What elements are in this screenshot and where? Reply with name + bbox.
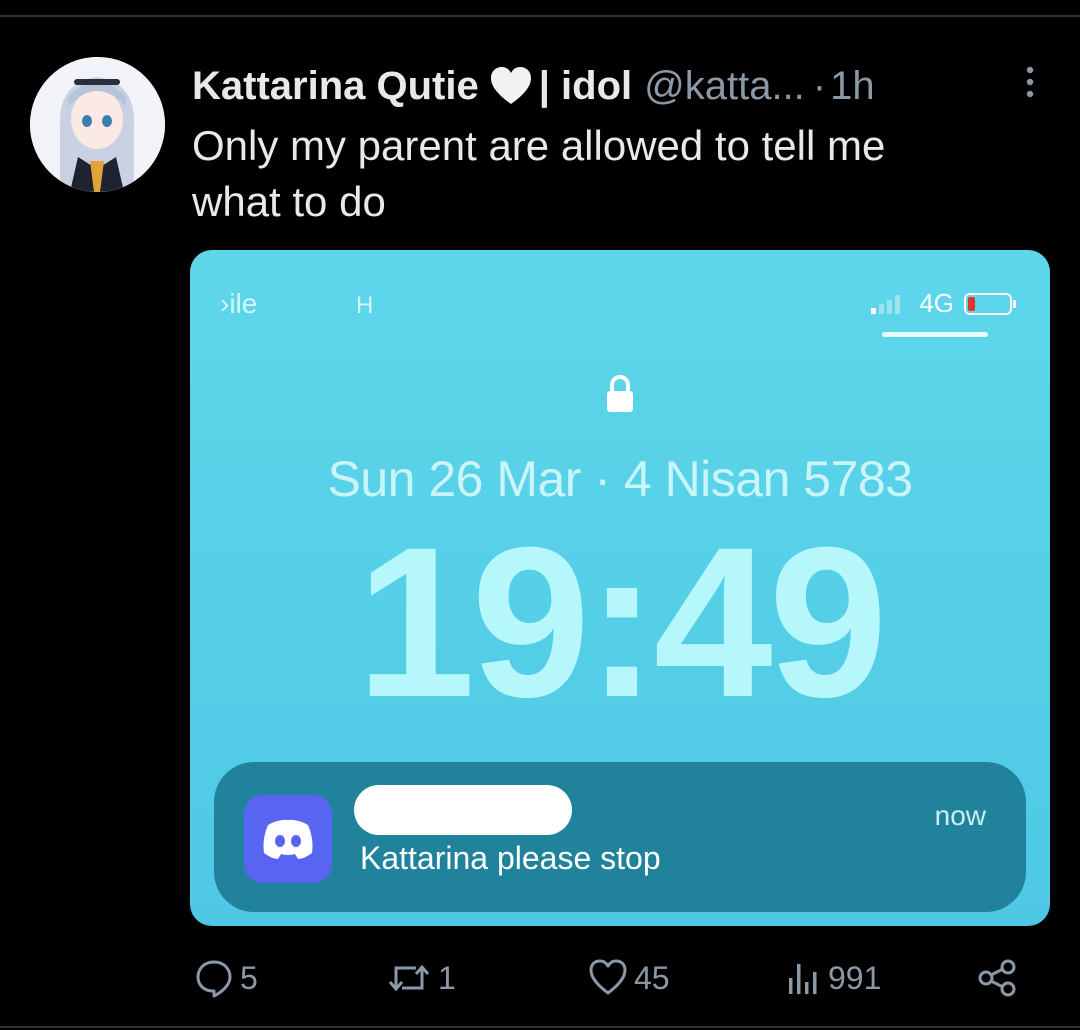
white-heart-icon <box>490 67 531 104</box>
display-name[interactable]: Kattarina Qutie <box>192 64 479 109</box>
separator-dot: · <box>812 63 827 108</box>
discord-notification: now Kattarina please stop <box>214 762 1026 912</box>
network-type: 4G <box>919 288 954 318</box>
signal-icon <box>871 294 901 314</box>
analytics-icon <box>789 964 817 994</box>
heart-icon <box>589 959 627 995</box>
more-options-icon[interactable] <box>1020 62 1040 102</box>
tweet-actions: 5 1 45 991 <box>0 950 1080 1006</box>
tweet-header: Kattarina Qutie | idol @katta... · 1h <box>192 58 875 114</box>
like-count: 45 <box>634 959 670 996</box>
lock-icon <box>607 375 633 412</box>
reply-button[interactable]: 5 <box>194 958 258 998</box>
swipe-indicator <box>882 332 988 337</box>
lockscreen-clock: 19:49 <box>356 503 887 742</box>
discord-icon <box>244 795 332 883</box>
carrier-label: ›ile <box>220 288 258 319</box>
notification-time: now <box>934 800 986 831</box>
retweet-icon <box>388 964 430 992</box>
status-bar-right: 4G <box>869 288 1018 319</box>
tweet-text-line-2: what to do <box>192 178 386 225</box>
tweet-text: Only my parent are allowed to tell me wh… <box>192 118 1032 230</box>
name-suffix: | idol <box>538 63 633 108</box>
notification-message: Kattarina please stop <box>360 840 661 876</box>
bottom-divider <box>0 1026 1080 1028</box>
top-divider <box>0 15 1080 17</box>
lockscreen-date: Sun 26 Mar · 4 Nisan 5783 <box>327 451 913 507</box>
redacted-sender <box>354 785 572 835</box>
like-button[interactable]: 45 <box>588 958 670 998</box>
battery-icon <box>964 292 1016 315</box>
views-button[interactable]: 991 <box>786 958 881 998</box>
tweet-media-image[interactable]: ›ile H 4G Sun 26 Mar · 4 Nisan 5783 19:4… <box>190 250 1050 926</box>
avatar[interactable] <box>30 57 165 192</box>
handle[interactable]: @katta... <box>644 64 805 109</box>
carrier-label-2: H <box>356 292 374 319</box>
reply-icon <box>196 960 232 998</box>
tweet-text-line-1: Only my parent are allowed to tell me <box>192 122 886 169</box>
reply-count: 5 <box>240 959 258 996</box>
view-count: 991 <box>828 959 882 996</box>
retweet-button[interactable]: 1 <box>386 958 456 998</box>
share-button[interactable] <box>976 958 1020 998</box>
retweet-count: 1 <box>438 959 456 996</box>
share-icon <box>978 959 1016 997</box>
timestamp[interactable]: 1h <box>830 64 875 109</box>
